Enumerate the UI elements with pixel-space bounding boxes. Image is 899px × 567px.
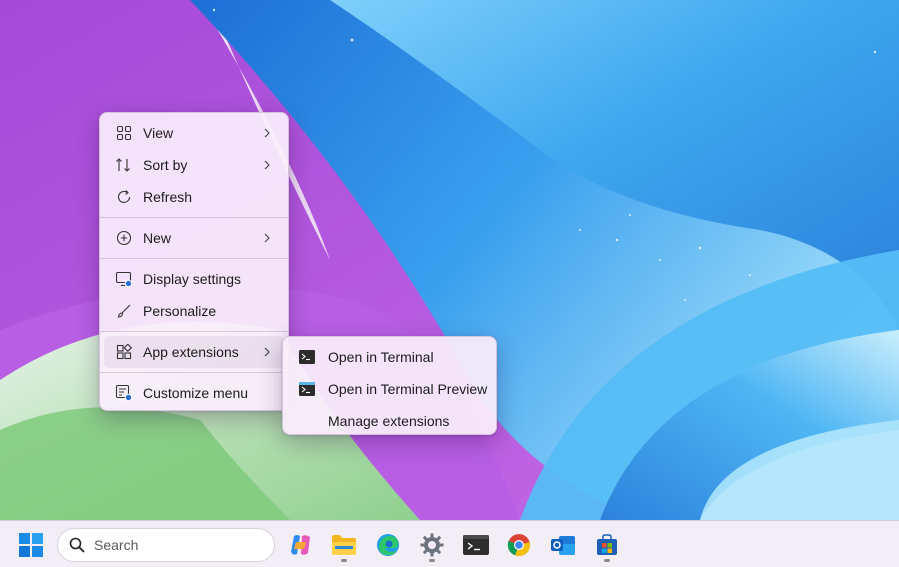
menu-item-label: Open in Terminal Preview	[328, 381, 488, 397]
menu-item-personalize[interactable]: Personalize	[104, 295, 284, 327]
menu-separator	[100, 372, 288, 373]
store-icon	[597, 534, 617, 555]
chevron-right-icon	[260, 158, 274, 172]
file-explorer-icon	[332, 535, 356, 555]
menu-item-label: Display settings	[143, 271, 242, 287]
start-icon	[19, 533, 43, 557]
settings-icon	[420, 533, 444, 557]
view-grid-icon	[115, 124, 133, 142]
taskbar-outlook[interactable]	[545, 527, 581, 563]
submenu-item-open-in-terminal[interactable]: Open in Terminal	[287, 341, 492, 373]
taskbar-search-box[interactable]	[57, 528, 275, 562]
submenu-item-open-in-terminal-preview[interactable]: Open in Terminal Preview	[287, 373, 492, 405]
copilot-icon	[291, 535, 310, 555]
menu-item-label: Manage extensions	[328, 413, 450, 429]
app-extensions-icon	[115, 343, 133, 361]
menu-item-label: Sort by	[143, 157, 188, 173]
menu-item-label: Personalize	[143, 303, 217, 319]
outlook-icon	[551, 536, 575, 555]
chevron-right-icon	[260, 345, 274, 359]
menu-item-display-settings[interactable]: Display settings	[104, 263, 284, 295]
desktop-context-menu: View Sort by Refresh New Display setting…	[99, 112, 289, 411]
menu-item-new[interactable]: New	[104, 222, 284, 254]
menu-separator	[100, 217, 288, 218]
menu-item-label: App extensions	[143, 344, 239, 360]
menu-item-view[interactable]: View	[104, 117, 284, 149]
brush-icon	[115, 302, 133, 320]
terminal-icon	[463, 535, 489, 555]
taskbar-edge[interactable]	[370, 527, 406, 563]
app-extensions-submenu: Open in Terminal Open in Terminal Previe…	[282, 336, 497, 435]
taskbar-chrome[interactable]	[501, 527, 537, 563]
search-input[interactable]	[94, 537, 254, 553]
edge-icon	[377, 534, 399, 556]
display-settings-icon	[115, 270, 133, 288]
menu-item-app-extensions[interactable]: App extensions	[104, 336, 284, 368]
terminal-icon	[298, 348, 316, 366]
chevron-right-icon	[260, 231, 274, 245]
taskbar-settings[interactable]	[414, 527, 450, 563]
start-button[interactable]	[13, 527, 49, 563]
menu-item-sort-by[interactable]: Sort by	[104, 149, 284, 181]
taskbar	[0, 520, 899, 567]
menu-separator	[100, 258, 288, 259]
menu-item-label: Refresh	[143, 189, 193, 205]
menu-item-label: Customize menu	[143, 385, 249, 401]
menu-item-label: View	[143, 125, 174, 141]
taskbar-copilot[interactable]	[283, 527, 319, 563]
terminal-preview-icon	[298, 380, 316, 398]
search-icon	[69, 537, 85, 553]
menu-item-label: Open in Terminal	[328, 349, 434, 365]
chevron-right-icon	[260, 126, 274, 140]
menu-item-refresh[interactable]: Refresh	[104, 181, 284, 213]
new-plus-icon	[115, 229, 133, 247]
refresh-icon	[115, 188, 133, 206]
menu-item-label: New	[143, 230, 172, 246]
chrome-icon	[507, 534, 530, 557]
taskbar-file-explorer[interactable]	[326, 527, 362, 563]
taskbar-store[interactable]	[589, 527, 625, 563]
taskbar-terminal[interactable]	[458, 527, 494, 563]
customize-menu-icon	[115, 384, 133, 402]
menu-item-customize-menu[interactable]: Customize menu	[104, 377, 284, 409]
menu-separator	[100, 331, 288, 332]
sort-icon	[115, 156, 133, 174]
submenu-item-manage-extensions[interactable]: Manage extensions	[287, 405, 492, 437]
